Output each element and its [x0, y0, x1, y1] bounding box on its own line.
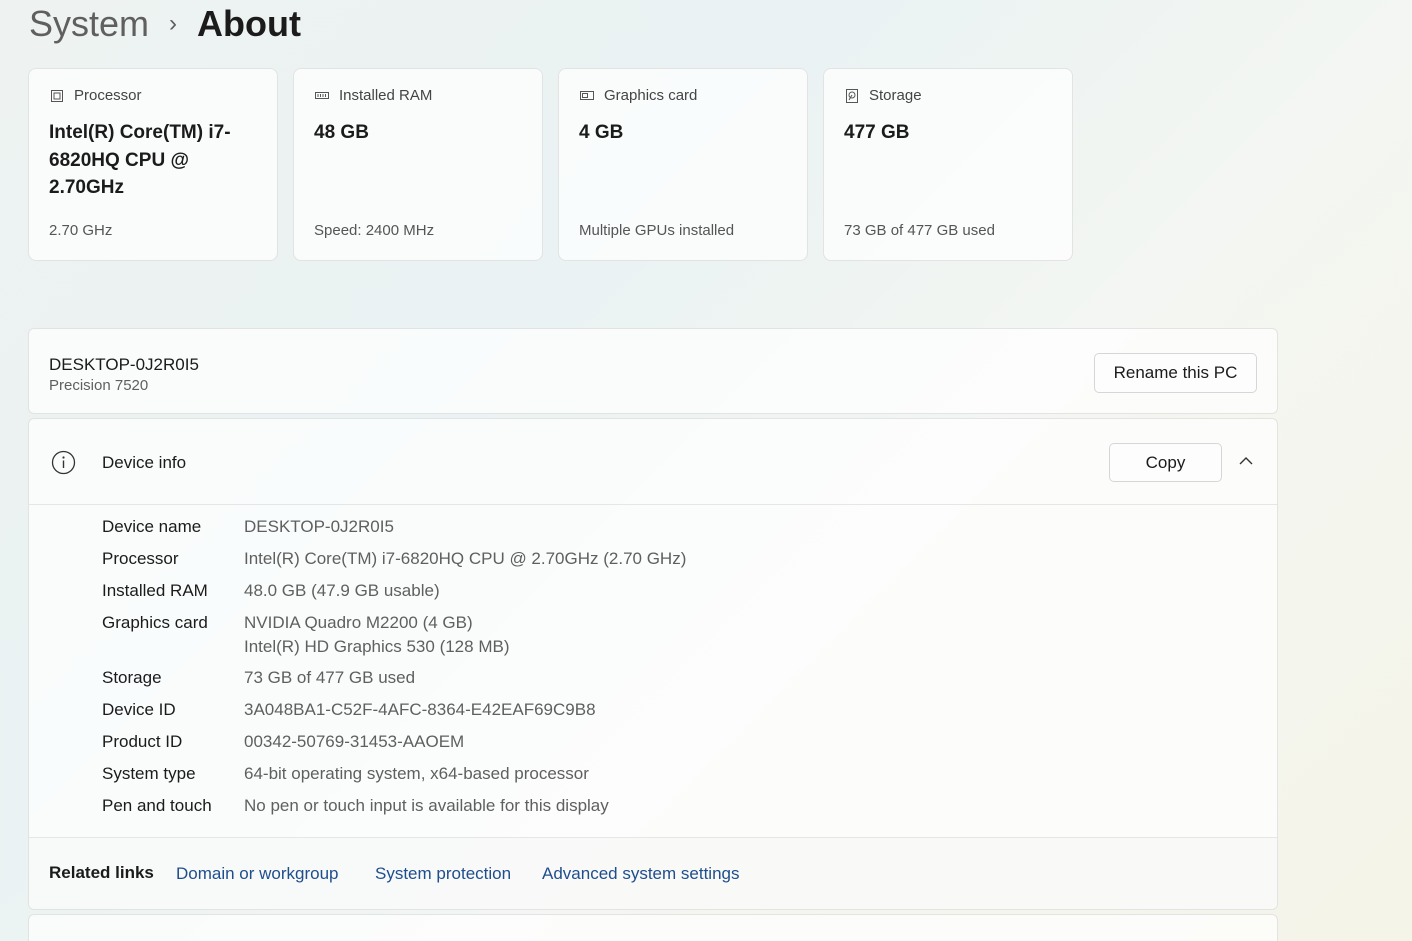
ram-icon [315, 91, 329, 99]
info-icon [51, 450, 76, 475]
processor-value: Intel(R) Core(TM) i7-6820HQ CPU @ 2.70GH… [244, 549, 687, 568]
processor-label: Processor [102, 549, 179, 568]
graphics-card-card: Graphics card 4 GB Multiple GPUs install… [558, 68, 808, 261]
breadcrumb: System › About [29, 2, 301, 46]
pen-touch-label: Pen and touch [102, 796, 212, 815]
storage-icon [846, 88, 858, 103]
installed-ram-value: 48.0 GB (47.9 GB usable) [244, 581, 440, 600]
product-id-value: 00342-50769-31453-AAOEM [244, 732, 465, 751]
chevron-up-icon[interactable] [1237, 452, 1255, 470]
processor-card: Processor Intel(R) Core(TM) i7-6820HQ CP… [28, 68, 278, 261]
storage-card: Storage 477 GB 73 GB of 477 GB used [823, 68, 1073, 261]
graphics-card-label: Graphics card [604, 87, 698, 104]
system-protection-link[interactable]: System protection [375, 864, 511, 884]
pc-name: DESKTOP-0J2R0I5 [49, 355, 199, 374]
graphics-card-row-value: NVIDIA Quadro M2200 (4 GB) [244, 613, 473, 632]
breadcrumb-system[interactable]: System [29, 3, 149, 45]
copy-button[interactable]: Copy [1109, 443, 1222, 482]
graphics-card-row-value-2: Intel(R) HD Graphics 530 (128 MB) [244, 637, 510, 656]
storage-card-sub: 73 GB of 477 GB used [844, 222, 995, 239]
pc-model: Precision 7520 [49, 377, 149, 394]
pc-name-card: DESKTOP-0J2R0I5 Precision 7520 Rename th… [28, 328, 1278, 414]
ram-card: Installed RAM 48 GB Speed: 2400 MHz [293, 68, 543, 261]
storage-card-label: Storage [869, 87, 922, 104]
device-info-card: Device info Copy Device name DESKTOP-0J2… [28, 418, 1278, 910]
processor-card-header: Processor [49, 87, 142, 104]
graphics-card-sub: Multiple GPUs installed [579, 222, 735, 239]
ram-card-value: 48 GB [314, 122, 369, 143]
related-links-bar: Related links Domain or workgroup System… [29, 837, 1277, 909]
installed-ram-label: Installed RAM [102, 581, 208, 600]
storage-card-value: 477 GB [844, 122, 910, 143]
graphics-card-icon [580, 90, 594, 100]
processor-card-label: Processor [74, 87, 142, 104]
system-type-label: System type [102, 764, 196, 783]
device-id-value: 3A048BA1-C52F-4AFC-8364-E42EAF69C9B8 [244, 700, 596, 719]
ram-card-label: Installed RAM [339, 87, 433, 104]
device-info-header[interactable]: Device info Copy [29, 419, 1277, 505]
domain-or-workgroup-link[interactable]: Domain or workgroup [176, 864, 339, 884]
pen-touch-value: No pen or touch input is available for t… [244, 796, 609, 815]
device-name-label: Device name [102, 517, 202, 536]
storage-card-header: Storage [844, 87, 922, 104]
processor-card-sub: 2.70 GHz [49, 222, 113, 239]
graphics-card-row-label: Graphics card [102, 613, 208, 632]
graphics-card-header: Graphics card [579, 87, 697, 104]
device-id-label: Device ID [102, 700, 176, 719]
device-info-title: Device info [102, 453, 187, 472]
graphics-card-value: 4 GB [579, 122, 624, 143]
breadcrumb-separator-icon: › [169, 10, 178, 37]
ram-card-header: Installed RAM [314, 87, 432, 104]
processor-icon [51, 89, 63, 102]
product-id-label: Product ID [102, 732, 183, 751]
storage-row-value: 73 GB of 477 GB used [244, 668, 416, 687]
advanced-system-settings-link[interactable]: Advanced system settings [542, 864, 739, 884]
device-name-value: DESKTOP-0J2R0I5 [244, 517, 394, 536]
storage-row-label: Storage [102, 668, 162, 687]
page-title: About [197, 3, 301, 44]
related-links-label: Related links [49, 863, 154, 882]
next-settings-card [28, 914, 1278, 941]
system-type-value: 64-bit operating system, x64-based proce… [244, 764, 589, 783]
rename-pc-button[interactable]: Rename this PC [1094, 353, 1257, 393]
processor-card-value: Intel(R) Core(TM) i7-6820HQ CPU @ 2.70GH… [49, 122, 231, 198]
ram-card-sub: Speed: 2400 MHz [314, 222, 435, 239]
